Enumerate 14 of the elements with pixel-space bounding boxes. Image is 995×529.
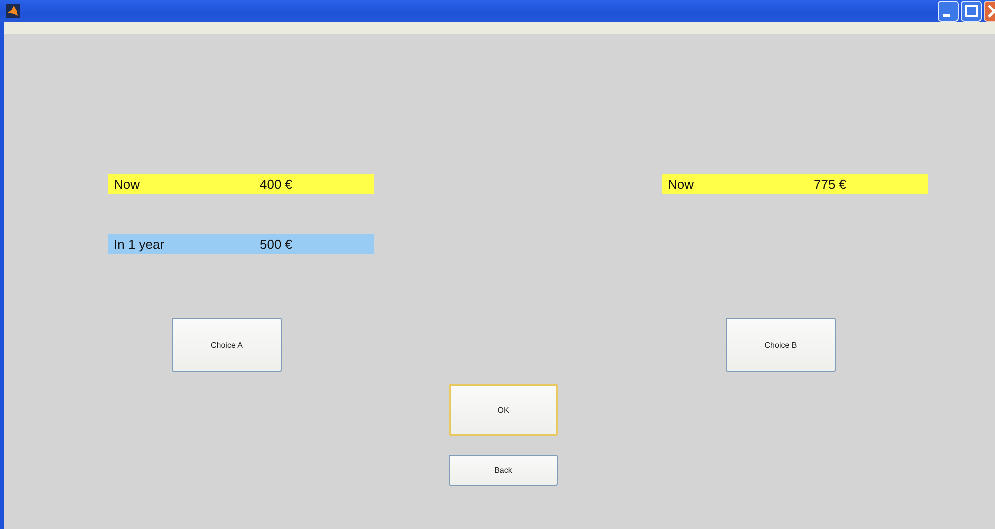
app-icon: [6, 4, 20, 18]
option-amount: 775 €: [814, 176, 847, 192]
close-icon[interactable]: [984, 0, 995, 22]
choice-button[interactable]: Choice B: [726, 318, 836, 372]
option-amount: 500 €: [260, 236, 293, 252]
option-label: Now: [667, 176, 696, 192]
choice-button[interactable]: Choice A: [172, 318, 282, 372]
back-button[interactable]: Back: [449, 455, 558, 486]
minimize-icon[interactable]: [938, 0, 959, 22]
maximize-icon[interactable]: [961, 0, 982, 22]
option-label: In 1 year: [113, 236, 166, 252]
option-label: Now: [113, 176, 142, 192]
ok-button[interactable]: OK: [449, 384, 558, 436]
option-amount: 400 €: [260, 176, 293, 192]
